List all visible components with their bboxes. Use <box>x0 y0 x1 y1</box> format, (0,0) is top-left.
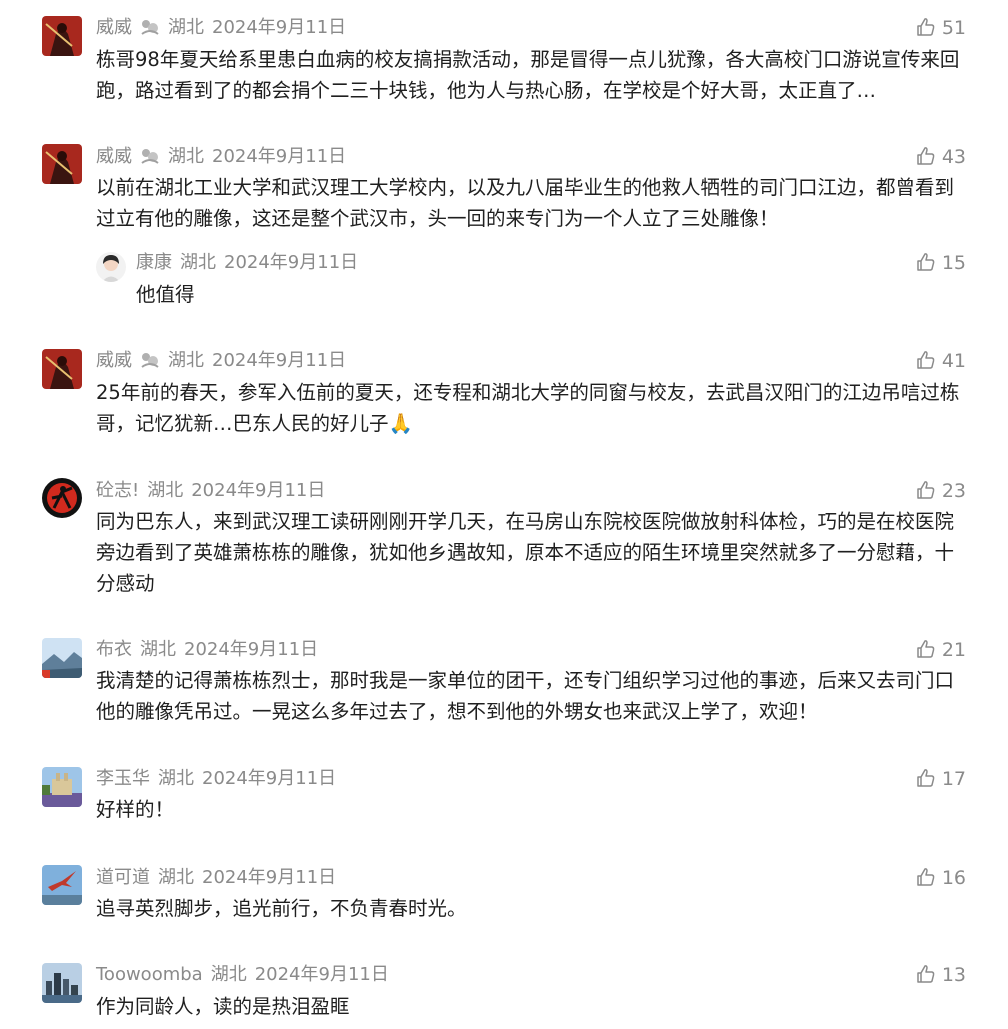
thumbs-up-icon <box>917 481 935 499</box>
comment-meta: 威威 湖北 2024年9月11日 <box>96 144 354 170</box>
girl-avatar-icon[interactable] <box>96 252 126 282</box>
author-name[interactable]: 道可道 <box>96 867 150 888</box>
comment-text: 他值得 <box>136 283 195 306</box>
landscape-avatar-icon[interactable] <box>42 638 82 678</box>
like-count: 51 <box>941 17 966 39</box>
author-name[interactable]: 威威 <box>96 350 132 371</box>
author-name[interactable]: 李玉华 <box>96 768 150 789</box>
monkey-badge-icon <box>140 147 160 173</box>
like-button[interactable]: 15 <box>916 250 966 276</box>
date: 2024年9月11日 <box>254 964 389 985</box>
like-count: 21 <box>941 639 966 661</box>
comment-text: 好样的！ <box>96 798 175 821</box>
monkey-badge-icon <box>140 18 160 44</box>
like-button[interactable]: 43 <box>916 144 966 170</box>
martial-arts-avatar-icon[interactable] <box>42 478 82 518</box>
like-button[interactable]: 51 <box>916 15 966 41</box>
date: 2024年9月11日 <box>202 867 337 888</box>
location: 湖北 <box>168 17 204 38</box>
like-count: 13 <box>941 964 966 986</box>
like-button[interactable]: 17 <box>916 766 966 792</box>
like-button[interactable]: 41 <box>916 348 966 374</box>
like-count: 17 <box>941 768 966 790</box>
location: 湖北 <box>140 639 176 660</box>
location: 湖北 <box>180 252 216 273</box>
city-avatar-icon[interactable] <box>42 963 82 1003</box>
thumbs-up-icon <box>917 351 935 369</box>
author-name[interactable]: 威威 <box>96 17 132 38</box>
like-count: 23 <box>941 480 966 502</box>
date: 2024年9月11日 <box>202 768 337 789</box>
date: 2024年9月11日 <box>184 639 319 660</box>
comment-meta: 威威 湖北 2024年9月11日 <box>96 348 354 374</box>
like-button[interactable]: 16 <box>916 865 966 891</box>
castle-avatar-icon[interactable] <box>42 767 82 807</box>
date: 2024年9月11日 <box>212 146 347 167</box>
monkey-badge-icon <box>140 351 160 377</box>
comment-text: 作为同龄人，读的是热泪盈眶 <box>96 995 350 1018</box>
location: 湖北 <box>147 480 184 501</box>
location: 湖北 <box>168 350 204 371</box>
thumbs-up-icon <box>917 253 935 271</box>
warrior-avatar-icon[interactable] <box>42 16 82 56</box>
like-count: 16 <box>941 867 966 889</box>
author-name[interactable]: Toowoomba <box>96 964 203 985</box>
comment-meta: 威威 湖北 2024年9月11日 <box>96 15 354 41</box>
like-button[interactable]: 21 <box>916 637 966 663</box>
comment-meta: Toowoomba 湖北 2024年9月11日 <box>96 962 397 988</box>
warrior-avatar-icon[interactable] <box>42 144 82 184</box>
comment-text: 我清楚的记得萧栋栋烈士，那时我是一家单位的团干，还专门组织学习过他的事迹，后来又… <box>96 669 955 723</box>
comment-meta: 布衣 湖北 2024年9月11日 <box>96 637 326 663</box>
comment-meta: 康康 湖北 2024年9月11日 <box>136 250 366 276</box>
location: 湖北 <box>158 867 194 888</box>
thumbs-up-icon <box>917 965 935 983</box>
date: 2024年9月11日 <box>224 252 359 273</box>
date: 2024年9月11日 <box>212 17 347 38</box>
author-name[interactable]: 威威 <box>96 146 132 167</box>
location: 湖北 <box>168 146 204 167</box>
thumbs-up-icon <box>917 147 935 165</box>
author-name[interactable]: 砼志! <box>96 480 139 501</box>
like-count: 15 <box>941 252 966 274</box>
comment-text: 追寻英烈脚步，追光前行，不负青春时光。 <box>96 897 467 920</box>
location: 湖北 <box>158 768 194 789</box>
thumbs-up-icon <box>917 769 935 787</box>
bird-avatar-icon[interactable] <box>42 865 82 905</box>
author-name[interactable]: 布衣 <box>96 639 132 660</box>
comment-text: 同为巴东人，来到武汉理工读研刚刚开学几天，在马房山东院校医院做放射科体检，巧的是… <box>96 510 955 595</box>
author-name[interactable]: 康康 <box>136 252 172 273</box>
thumbs-up-icon <box>917 18 935 36</box>
like-count: 43 <box>941 146 966 168</box>
comment-text: 25年前的春天，参军入伍前的夏天，还专程和湖北大学的同窗与校友，去武昌汉阳门的江… <box>96 381 960 435</box>
warrior-avatar-icon[interactable] <box>42 349 82 389</box>
like-count: 41 <box>941 350 966 372</box>
location: 湖北 <box>210 964 247 985</box>
date: 2024年9月11日 <box>212 350 347 371</box>
date: 2024年9月11日 <box>191 480 326 501</box>
thumbs-up-icon <box>917 868 935 886</box>
comment-meta: 砼志! 湖北 2024年9月11日 <box>96 478 333 504</box>
like-button[interactable]: 13 <box>916 962 966 988</box>
comment-meta: 道可道 湖北 2024年9月11日 <box>96 865 344 891</box>
comment-text: 以前在湖北工业大学和武汉理工大学校内，以及九八届毕业生的他救人牺牲的司门口江边，… <box>96 176 955 230</box>
comment-text: 栋哥98年夏天给系里患白血病的校友搞捐款活动，那是冒得一点儿犹豫，各大高校门口游… <box>96 48 960 102</box>
comment-meta: 李玉华 湖北 2024年9月11日 <box>96 766 344 792</box>
thumbs-up-icon <box>917 640 935 658</box>
like-button[interactable]: 23 <box>916 478 966 504</box>
